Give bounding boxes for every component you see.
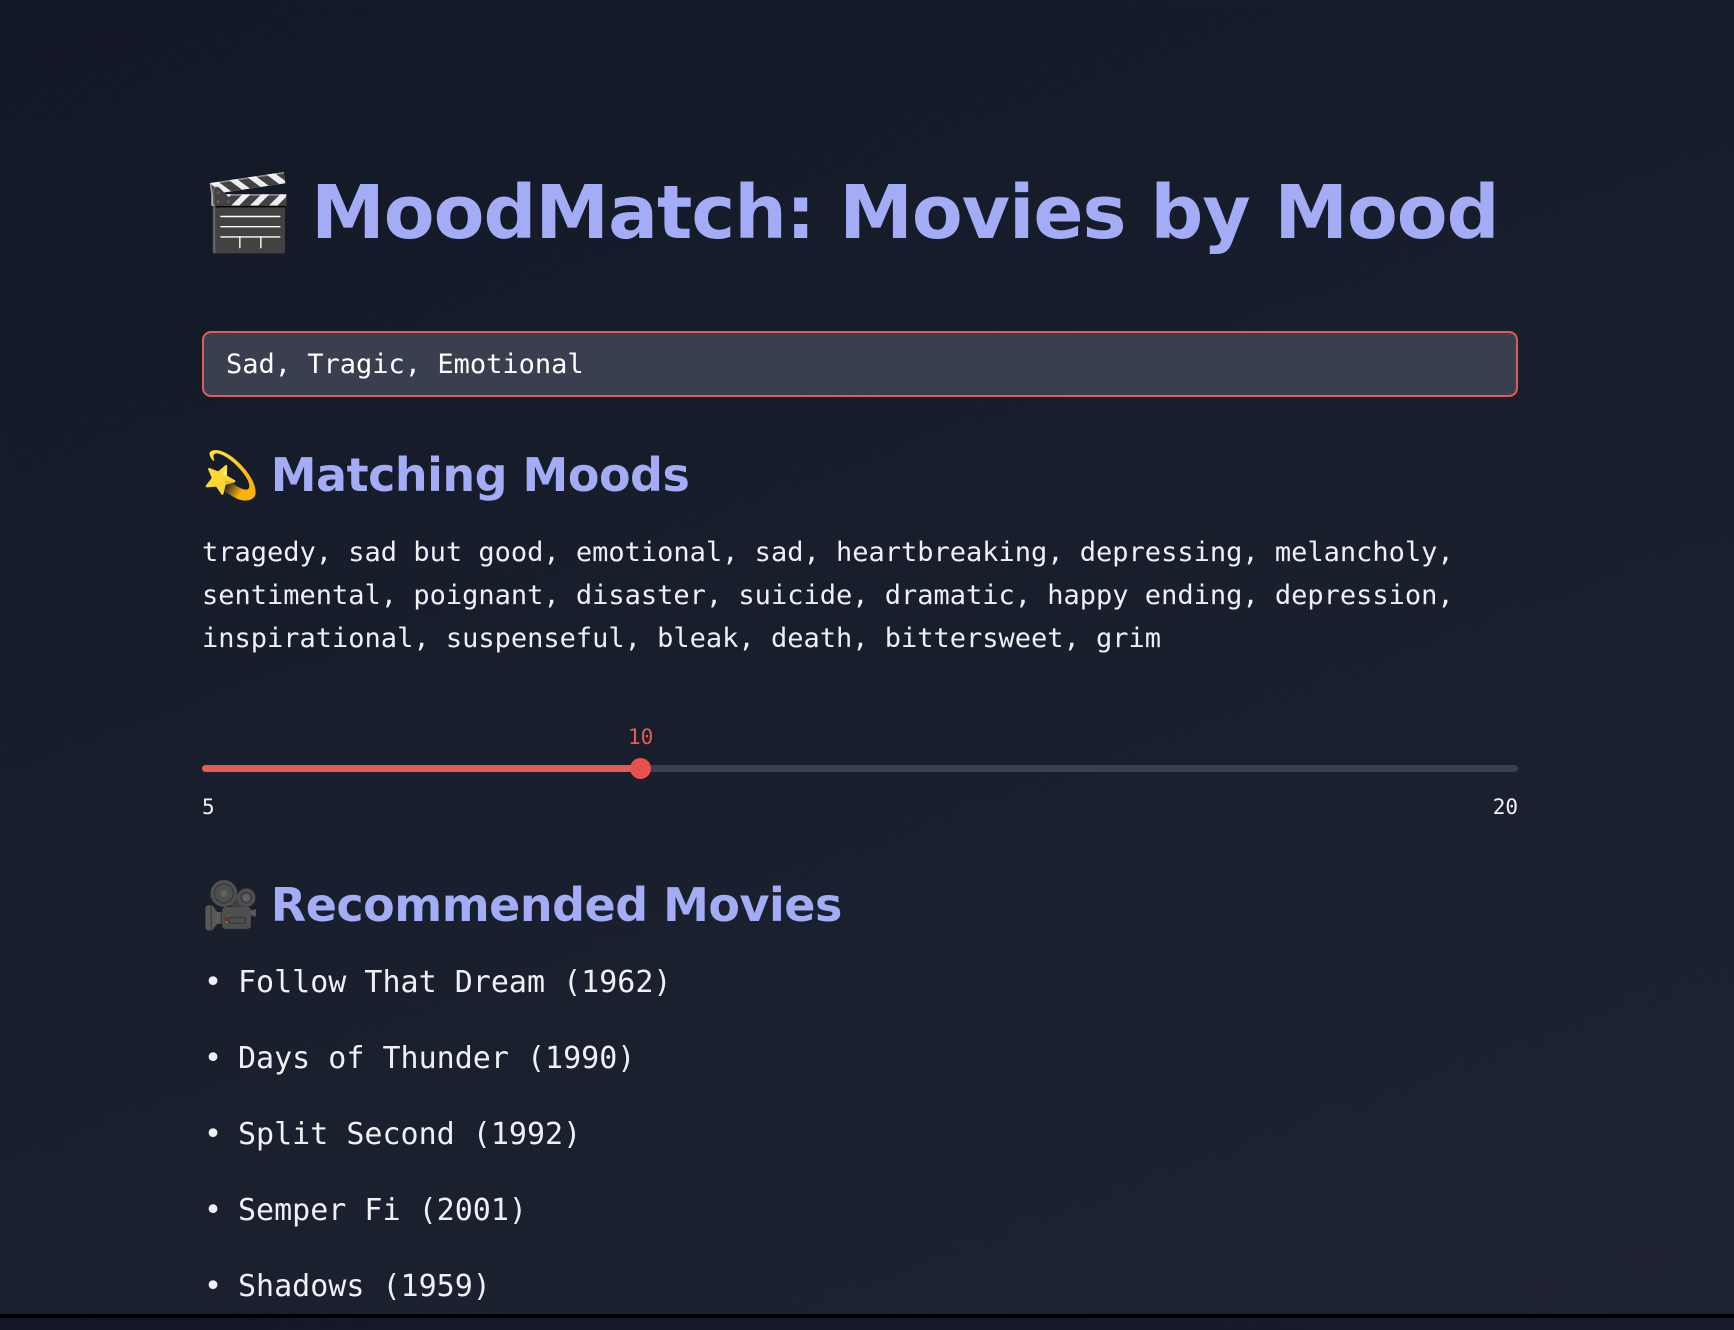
- matching-moods-heading-text: Matching Moods: [270, 448, 690, 502]
- bullet-icon: •: [204, 1269, 223, 1304]
- movie-title: Days of Thunder (1990): [238, 1041, 636, 1076]
- movie-list-item: • Follow That Dream (1962): [202, 950, 671, 1026]
- movie-count-slider[interactable]: 10 5 20: [202, 725, 1518, 825]
- recommended-movies-heading-text: Recommended Movies: [270, 878, 843, 932]
- slider-fill: [202, 765, 641, 772]
- slider-thumb[interactable]: [630, 758, 652, 779]
- page-title: 🎬 MoodMatch: Movies by Mood: [202, 158, 1500, 268]
- matching-moods-list: tragedy, sad but good, emotional, sad, h…: [202, 537, 1454, 654]
- slider-max-label: 20: [1492, 795, 1518, 819]
- slider-value-label: 10: [628, 725, 654, 749]
- bottom-edge-bar: [0, 1314, 1734, 1318]
- bullet-icon: •: [204, 1117, 223, 1152]
- dizzy-star-icon: 💫: [202, 448, 259, 502]
- mood-search-input[interactable]: [202, 331, 1518, 397]
- clapperboard-icon: 🎬: [202, 170, 294, 256]
- movie-list-item: • Shadows (1959): [202, 1254, 671, 1330]
- bullet-icon: •: [204, 965, 223, 1000]
- movie-list-item: • Semper Fi (2001): [202, 1178, 671, 1254]
- movie-camera-icon: 🎥: [202, 878, 259, 932]
- movie-title: Shadows (1959): [238, 1269, 491, 1304]
- movie-list: • Follow That Dream (1962) • Days of Thund…: [202, 950, 671, 1330]
- movie-list-item: • Split Second (1992): [202, 1102, 671, 1178]
- movie-title: Semper Fi (2001): [238, 1193, 527, 1228]
- slider-track[interactable]: [202, 765, 1518, 772]
- slider-min-label: 5: [202, 795, 215, 819]
- matching-moods-heading: 💫 Matching Moods: [202, 440, 690, 510]
- page-title-text: MoodMatch: Movies by Mood: [311, 170, 1499, 256]
- recommended-movies-heading: 🎥 Recommended Movies: [202, 870, 842, 940]
- bullet-icon: •: [204, 1041, 223, 1076]
- movie-list-item: • Days of Thunder (1990): [202, 1026, 671, 1102]
- bullet-icon: •: [204, 1193, 223, 1228]
- movie-title: Split Second (1992): [238, 1117, 582, 1152]
- movie-title: Follow That Dream (1962): [238, 965, 672, 1000]
